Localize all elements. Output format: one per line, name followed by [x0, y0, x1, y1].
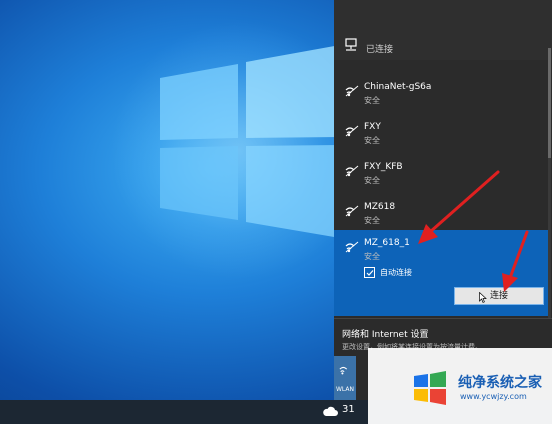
ethernet-icon	[345, 38, 357, 51]
auto-connect-row[interactable]: 自动连接	[364, 266, 484, 280]
connected-network-row[interactable]: 已连接	[334, 0, 552, 60]
checkmark-icon	[366, 270, 374, 276]
wifi-icon	[339, 366, 348, 375]
connected-status: 已连接	[366, 45, 394, 55]
watermark-title: 纯净系统之家	[458, 375, 542, 391]
watermark-logo	[414, 371, 446, 405]
network-item-mz618[interactable]: MZ618 安全	[334, 194, 544, 234]
weather-temperature: 31	[342, 404, 355, 415]
desktop: 31 已连接 ChinaNet-gS6a 安全 FXY 安全 FXY_KFB 安…	[0, 0, 552, 424]
network-security: 安全	[364, 176, 380, 185]
network-item-chinanet[interactable]: ChinaNet-gS6a 安全	[334, 74, 544, 114]
network-name: FXY	[364, 122, 381, 132]
wlan-quick-tile[interactable]: WLAN	[334, 356, 356, 400]
network-name: FXY_KFB	[364, 162, 403, 172]
wifi-icon	[345, 165, 359, 177]
network-settings-link[interactable]: 网络和 Internet 设置	[342, 327, 428, 340]
mouse-cursor-icon	[479, 292, 487, 303]
watermark-url: www.ycwjzy.com	[460, 392, 527, 401]
network-name: MZ618	[364, 202, 396, 212]
network-security: 安全	[364, 136, 380, 145]
wifi-icon	[345, 241, 359, 253]
wlan-tile-label: WLAN	[336, 386, 355, 393]
auto-connect-checkbox[interactable]	[364, 267, 375, 278]
network-item-fxy[interactable]: FXY 安全	[334, 114, 544, 154]
network-security: 安全	[364, 96, 380, 105]
watermark: 纯净系统之家 www.ycwjzy.com	[368, 348, 552, 424]
wifi-icon	[345, 205, 359, 217]
network-security: 安全	[364, 252, 380, 261]
connect-button[interactable]: 连接	[454, 287, 544, 305]
weather-cloud-icon[interactable]	[322, 405, 338, 417]
wifi-icon	[345, 125, 359, 137]
wifi-icon	[345, 85, 359, 97]
network-item-mz618-1[interactable]: MZ_618_1 安全 自动连接 连接	[334, 230, 548, 316]
network-flyout: 已连接 ChinaNet-gS6a 安全 FXY 安全 FXY_KFB 安全 M…	[334, 0, 552, 400]
panel-divider	[334, 318, 552, 319]
network-security: 安全	[364, 216, 380, 225]
auto-connect-label: 自动连接	[380, 268, 412, 277]
windows-logo	[160, 45, 340, 238]
network-name: MZ_618_1	[364, 238, 410, 248]
scrollbar-thumb[interactable]	[548, 48, 551, 158]
network-item-fxy-kfb[interactable]: FXY_KFB 安全	[334, 154, 544, 194]
network-name: ChinaNet-gS6a	[364, 82, 432, 92]
